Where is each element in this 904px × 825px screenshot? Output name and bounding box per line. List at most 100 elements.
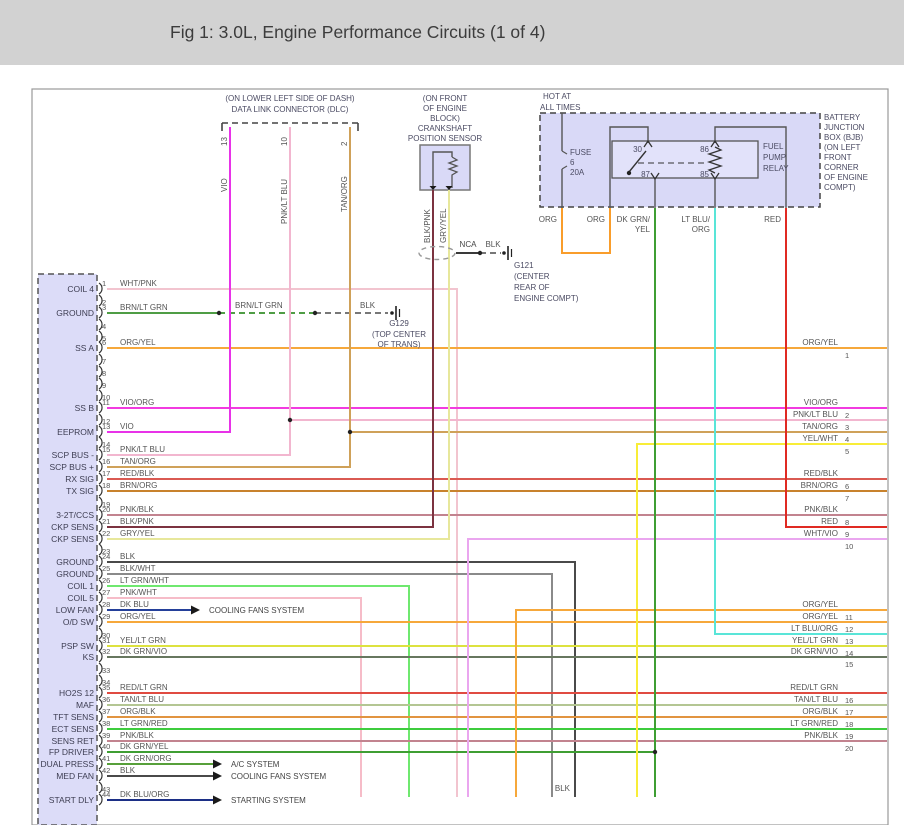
diagram-label: BRN/LT GRN (235, 301, 283, 310)
exit-wire-label: ORG/BLK (802, 707, 838, 716)
wire-color-label: WHT/PNK (120, 279, 158, 288)
pin-name: 3-2T/CCS (56, 510, 94, 520)
exit-number: 14 (845, 649, 853, 658)
pin-number: 6 (102, 338, 106, 347)
diagram-label: PUMP (763, 153, 786, 162)
pin-number: 1 (102, 279, 106, 288)
wire-color-label: VIO (120, 422, 134, 431)
diagram-label: ORG (692, 225, 710, 234)
diagram-label: A/C SYSTEM (231, 760, 280, 769)
diagram-label: OF ENGINE (423, 104, 467, 113)
exit-wire-label: ORG/YEL (802, 338, 838, 347)
wiring-diagram-svg: 1COIL 4WHT/PNK23GROUNDBRN/LT GRN456SS AO… (0, 0, 904, 825)
diagram-label: TAN/ORG (340, 176, 349, 212)
wire-color-label: LT GRN/WHT (120, 576, 169, 585)
exit-wire-label: ORG/YEL (802, 600, 838, 609)
pin-number: 18 (102, 481, 110, 490)
diagram-label: G121 (514, 261, 534, 270)
exit-number: 11 (845, 613, 853, 622)
exit-number: 6 (845, 482, 849, 491)
junction-dot (478, 251, 482, 255)
wire-color-label: BRN/LT GRN (120, 303, 168, 312)
exit-wire-label: DK GRN/VIO (791, 647, 838, 656)
wire-gry-yel-pin22-ckp (107, 190, 449, 539)
wire-color-label: VIO/ORG (120, 398, 154, 407)
arrowhead-icon (213, 796, 222, 805)
exit-wire-label: LT GRN/RED (790, 719, 838, 728)
pin-name: ECT SENS (52, 724, 95, 734)
pin-name: MED FAN (56, 771, 94, 781)
diagram-label: FUEL (763, 142, 784, 151)
exit-number: 3 (845, 423, 849, 432)
diagram-label: CRANKSHAFT (418, 124, 472, 133)
exit-number: 17 (845, 708, 853, 717)
pin-number: 25 (102, 564, 110, 573)
pin-number: 32 (102, 647, 110, 656)
wire-color-label: YEL/LT GRN (120, 636, 166, 645)
wire-color-label: DK BLU/ORG (120, 790, 169, 799)
diagram-label: HOT AT (543, 92, 571, 101)
pin-number: 20 (102, 505, 110, 514)
diagram-label: (ON LEFT (824, 143, 861, 152)
diagram-label: 13 (220, 137, 229, 146)
diagram-label: COMPT) (824, 183, 856, 192)
pin-number: 29 (102, 612, 110, 621)
wiring-diagram-page: Fig 1: 3.0L, Engine Performance Circuits… (0, 0, 904, 825)
pin-number: 27 (102, 588, 110, 597)
pin-name: SCP BUS - (52, 450, 95, 460)
diagram-label: (ON LOWER LEFT SIDE OF DASH) (225, 94, 355, 103)
exit-number: 18 (845, 720, 853, 729)
diagram-label: 87 (641, 170, 650, 179)
diagram-label: G129 (389, 319, 409, 328)
diagram-label: 20A (570, 168, 585, 177)
diagram-label: POSITION SENSOR (408, 134, 482, 143)
pin-number: 17 (102, 469, 110, 478)
diagram-label: CORNER (824, 163, 859, 172)
exit-wire-label: BRN/ORG (801, 481, 838, 490)
diagram-label: 85 (700, 170, 709, 179)
wire-color-label: PNK/LT BLU (120, 445, 165, 454)
diagram-label: JUNCTION (824, 123, 865, 132)
wire-color-label: BLK (120, 766, 136, 775)
pin-number: 16 (102, 457, 110, 466)
diagram-label: ORG (587, 215, 605, 224)
exit-wire-label: PNK/BLK (804, 505, 838, 514)
diagram-label: 2 (340, 141, 349, 146)
pin-number: 31 (102, 636, 110, 645)
exit-number: 19 (845, 732, 853, 741)
pin-name: SENS RET (51, 736, 94, 746)
exit-number: 9 (845, 530, 849, 539)
pin-number: 21 (102, 517, 110, 526)
wire-color-label: BLK/PNK (120, 517, 154, 526)
diagram-label: NCA (460, 240, 478, 249)
exit-number: 7 (845, 494, 849, 503)
diagram-label: FUSE (570, 148, 591, 157)
wire-tan-org-pin16-dlc (107, 127, 350, 467)
pin-number: 28 (102, 600, 110, 609)
pin-name: CKP SENS (51, 534, 94, 544)
diagram-label: BLOCK) (430, 114, 460, 123)
pin-number: 26 (102, 576, 110, 585)
exit-wire-label: PNK/BLK (804, 731, 838, 740)
diagram-label: ENGINE COMPT) (514, 294, 579, 303)
pin-name: COIL 1 (67, 581, 94, 591)
g129-ground-symbol (390, 311, 394, 315)
pin-number: 22 (102, 529, 110, 538)
exit-wire-label: LT BLU/ORG (791, 624, 838, 633)
exit-wire-label: TAN/LT BLU (794, 695, 838, 704)
diagram-label: (TOP CENTER (372, 330, 426, 339)
pin-name: GROUND (56, 308, 94, 318)
diagram-label: BLK/PNK (423, 209, 432, 243)
exit-number: 12 (845, 625, 853, 634)
pin-name: TFT SENS (53, 712, 94, 722)
pin-number: 13 (102, 422, 110, 431)
wire-color-label: BLK (120, 552, 136, 561)
arrowhead-icon (213, 772, 222, 781)
wire-color-label: PNK/BLK (120, 505, 154, 514)
diagram-label: COOLING FANS SYSTEM (209, 606, 304, 615)
wire-color-label: DK GRN/ORG (120, 754, 172, 763)
diagram-label: GRY/YEL (439, 208, 448, 243)
wire-color-label: RED/BLK (120, 469, 155, 478)
wire-color-label: ORG/BLK (120, 707, 156, 716)
pin-number: 8 (102, 369, 106, 378)
